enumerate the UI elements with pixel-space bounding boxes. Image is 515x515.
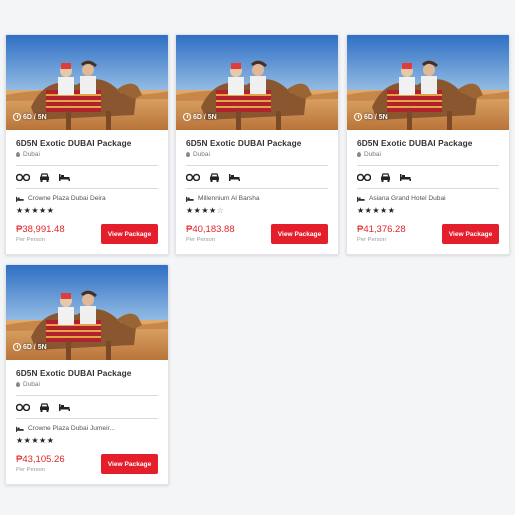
package-title[interactable]: 6D5N Exotic DUBAI Package — [186, 138, 328, 148]
star-rating: ★★★★★ — [16, 436, 158, 446]
car-icon — [40, 402, 49, 412]
duration-badge: 6D / 5N — [183, 113, 217, 121]
package-price: ₱41,376.28 — [357, 224, 406, 235]
location-text: Dubai — [193, 151, 210, 158]
hotel-name: Crowne Plaza Dubai Deira — [28, 195, 106, 202]
package-card[interactable]: 6D / 5N 6D5N Exotic DUBAI Package Dubai … — [175, 34, 339, 255]
hotel-name: Crowne Plaza Dubai Jumeir... — [28, 425, 115, 432]
amenity-icons — [357, 166, 499, 188]
view-package-button[interactable]: View Package — [271, 224, 328, 244]
package-location: Dubai — [357, 151, 499, 158]
amenity-icons — [16, 166, 158, 188]
bed-icon — [400, 174, 411, 181]
binoculars-icon — [357, 173, 371, 181]
view-package-button[interactable]: View Package — [101, 224, 158, 244]
clock-icon — [183, 113, 191, 121]
bed-icon — [59, 404, 70, 411]
bed-icon — [59, 174, 70, 181]
duration-badge: 6D / 5N — [13, 113, 47, 121]
package-photo[interactable]: 6D / 5N — [347, 35, 509, 130]
package-price: ₱43,105.26 — [16, 454, 65, 465]
bed-icon — [357, 196, 365, 202]
view-package-button[interactable]: View Package — [442, 224, 499, 244]
car-icon — [210, 172, 219, 182]
duration-text: 6D / 5N — [23, 343, 47, 351]
filled-stars: ★★★★★ — [16, 206, 55, 215]
location-text: Dubai — [364, 151, 381, 158]
hotel-row: Millennium Al Barsha — [186, 195, 328, 202]
per-person-label: Per Person — [357, 237, 386, 243]
location-text: Dubai — [23, 381, 40, 388]
amenity-icons — [16, 396, 158, 418]
bed-icon — [16, 426, 24, 432]
package-location: Dubai — [16, 381, 158, 388]
view-package-button[interactable]: View Package — [101, 454, 158, 474]
divider — [16, 188, 158, 189]
hotel-row: Asiana Grand Hotel Dubai — [357, 195, 499, 202]
package-location: Dubai — [186, 151, 328, 158]
package-title[interactable]: 6D5N Exotic DUBAI Package — [16, 138, 158, 148]
empty-stars: ☆ — [216, 206, 225, 215]
filled-stars: ★★★★★ — [16, 436, 55, 445]
package-price: ₱38,991.48 — [16, 224, 65, 235]
duration-text: 6D / 5N — [364, 113, 388, 121]
divider — [186, 188, 328, 189]
bed-icon — [16, 196, 24, 202]
map-pin-icon — [16, 152, 20, 157]
map-pin-icon — [186, 152, 190, 157]
binoculars-icon — [16, 403, 30, 411]
per-person-label: Per Person — [16, 467, 45, 473]
duration-text: 6D / 5N — [193, 113, 217, 121]
hotel-name: Asiana Grand Hotel Dubai — [369, 195, 446, 202]
duration-badge: 6D / 5N — [13, 343, 47, 351]
star-rating: ★★★★★ — [16, 206, 158, 216]
package-location: Dubai — [16, 151, 158, 158]
divider — [357, 188, 499, 189]
hotel-row: Crowne Plaza Dubai Deira — [16, 195, 158, 202]
package-title[interactable]: 6D5N Exotic DUBAI Package — [357, 138, 499, 148]
package-title[interactable]: 6D5N Exotic DUBAI Package — [16, 368, 158, 378]
per-person-label: Per Person — [16, 237, 45, 243]
binoculars-icon — [186, 173, 200, 181]
bed-icon — [186, 196, 194, 202]
star-rating: ★★★★★ — [357, 206, 499, 216]
map-pin-icon — [16, 382, 20, 387]
divider — [16, 418, 158, 419]
clock-icon — [13, 113, 21, 121]
clock-icon — [354, 113, 362, 121]
clock-icon — [13, 343, 21, 351]
package-card[interactable]: 6D / 5N 6D5N Exotic DUBAI Package Dubai … — [5, 264, 169, 485]
amenity-icons — [186, 166, 328, 188]
bed-icon — [229, 174, 240, 181]
filled-stars: ★★★★★ — [357, 206, 396, 215]
package-grid: 6D / 5N 6D5N Exotic DUBAI Package Dubai … — [0, 0, 515, 515]
package-photo[interactable]: 6D / 5N — [176, 35, 338, 130]
duration-badge: 6D / 5N — [354, 113, 388, 121]
filled-stars: ★★★★ — [186, 206, 217, 215]
per-person-label: Per Person — [186, 237, 215, 243]
package-card[interactable]: 6D / 5N 6D5N Exotic DUBAI Package Dubai … — [5, 34, 169, 255]
car-icon — [381, 172, 390, 182]
map-pin-icon — [357, 152, 361, 157]
star-rating: ★★★★☆ — [186, 206, 328, 216]
hotel-name: Millennium Al Barsha — [198, 195, 260, 202]
package-photo[interactable]: 6D / 5N — [6, 35, 168, 130]
duration-text: 6D / 5N — [23, 113, 47, 121]
package-card[interactable]: 6D / 5N 6D5N Exotic DUBAI Package Dubai … — [346, 34, 510, 255]
package-price: ₱40,183.88 — [186, 224, 235, 235]
binoculars-icon — [16, 173, 30, 181]
package-photo[interactable]: 6D / 5N — [6, 265, 168, 360]
car-icon — [40, 172, 49, 182]
hotel-row: Crowne Plaza Dubai Jumeir... — [16, 425, 158, 432]
location-text: Dubai — [23, 151, 40, 158]
